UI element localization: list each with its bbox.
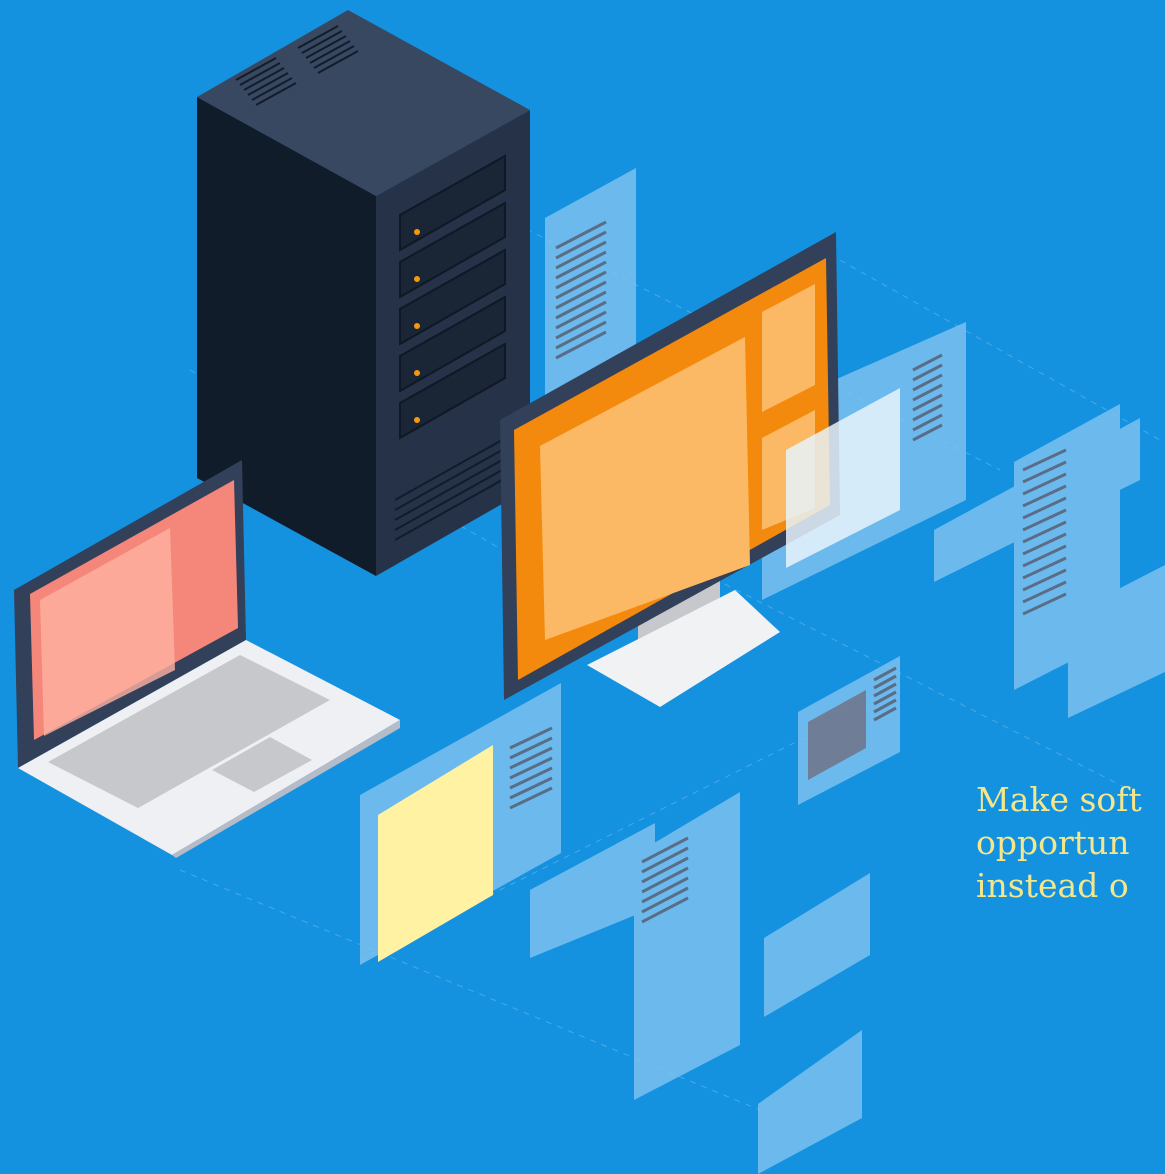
tagline-line-3: instead o xyxy=(976,866,1129,905)
tagline-line-1: Make soft xyxy=(976,780,1142,819)
isometric-illustration xyxy=(14,10,1165,1174)
tagline: Make soft opportun instead o xyxy=(976,778,1165,907)
tagline-line-2: opportun xyxy=(976,823,1130,862)
server-rack xyxy=(197,10,530,576)
